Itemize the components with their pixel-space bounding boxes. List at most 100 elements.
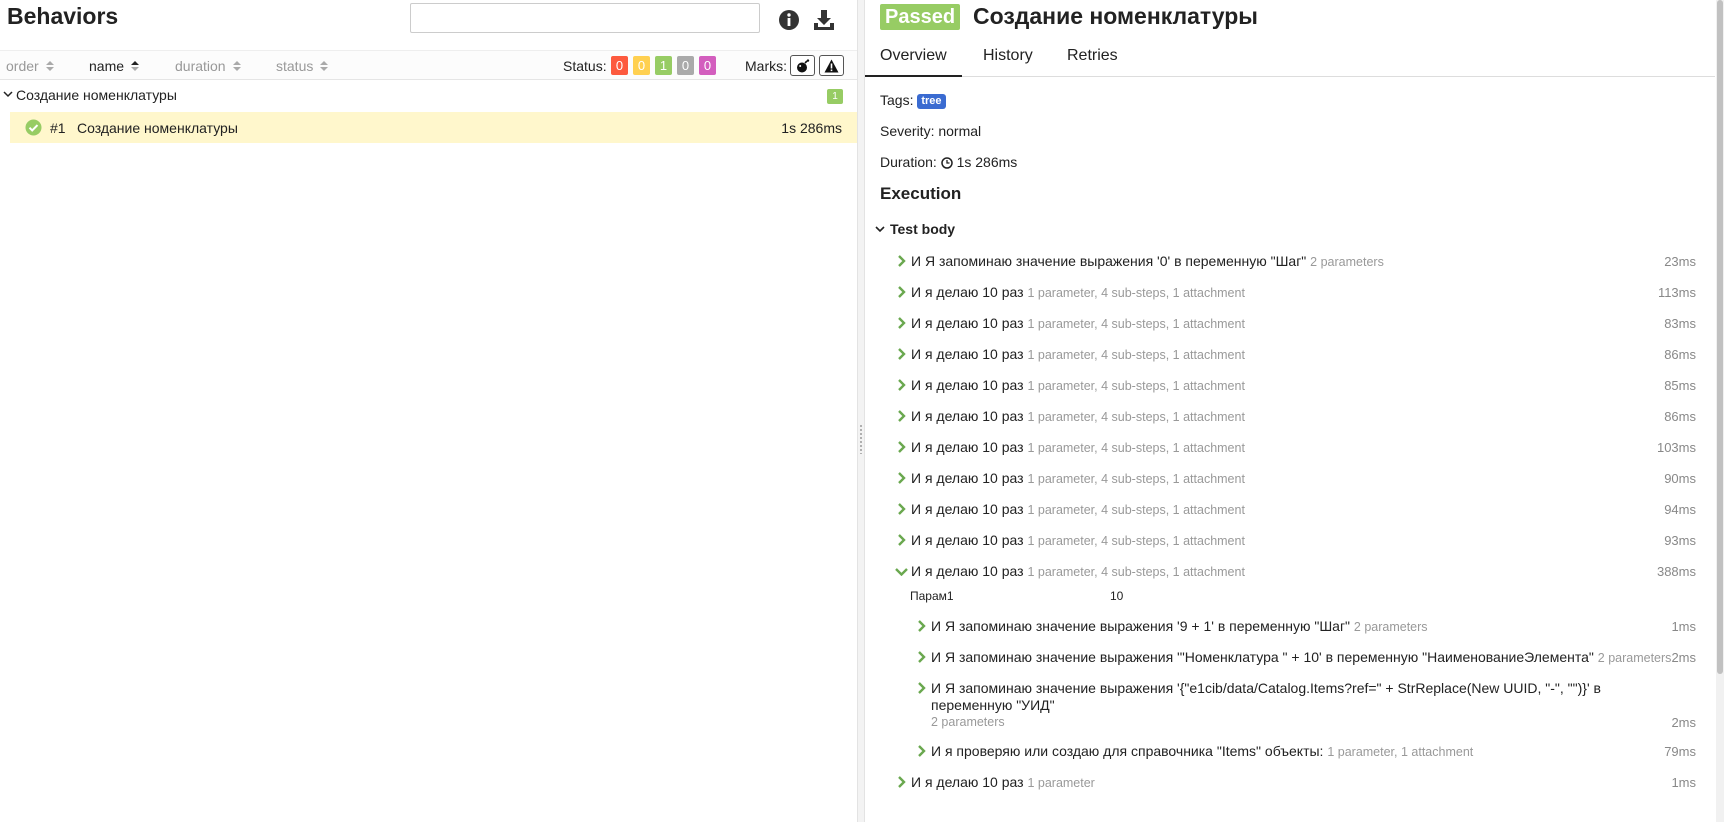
sort-status-label: status — [276, 58, 314, 74]
bomb-icon — [796, 58, 809, 72]
status-failed-chip[interactable]: 0 — [611, 56, 628, 75]
group-count-badge: 1 — [827, 89, 843, 104]
sort-status[interactable]: status — [276, 58, 329, 74]
chevron-right-icon — [918, 651, 926, 663]
step-meta: 1 parameter, 4 sub-steps, 1 attachment — [1027, 565, 1245, 579]
sub-step-row[interactable]: И Я запоминаю значение выражения '"Номен… — [865, 646, 1705, 672]
chevron-right-icon — [898, 503, 906, 515]
step-row[interactable]: И я делаю 10 раз 1 parameter, 4 sub-step… — [865, 467, 1705, 493]
step-meta: 1 parameter, 4 sub-steps, 1 attachment — [1027, 534, 1245, 548]
test-details-pane: Passed Создание номенклатуры Overview Hi… — [865, 0, 1715, 822]
step-row[interactable]: И я делаю 10 раз 1 parameter, 4 sub-step… — [865, 529, 1705, 555]
tag-badge[interactable]: tree — [917, 94, 946, 109]
chevron-right-icon — [898, 776, 906, 788]
sub-step-duration: 1ms — [1671, 619, 1696, 634]
status-filter-label: Status: — [563, 58, 607, 74]
step-duration: 83ms — [1664, 316, 1696, 331]
status-skipped-chip[interactable]: 0 — [677, 56, 694, 75]
sort-name[interactable]: name — [89, 58, 140, 74]
sub-step-text: И я проверяю или создаю для справочника … — [931, 743, 1324, 759]
step-row[interactable]: И я делаю 10 раз 1 parameter, 4 sub-step… — [865, 405, 1705, 431]
behaviors-pane: Behaviors order name duration status Sta… — [0, 0, 857, 822]
step-meta: 1 parameter, 4 sub-steps, 1 attachment — [1027, 348, 1245, 362]
download-icon — [814, 10, 834, 30]
info-button[interactable] — [776, 7, 802, 33]
clock-icon — [940, 157, 953, 169]
chevron-right-icon — [898, 441, 906, 453]
step-duration: 1ms — [1671, 775, 1696, 790]
sort-bar: order name duration status Status: 0 0 1… — [0, 50, 857, 80]
chevron-right-icon — [898, 317, 906, 329]
download-button[interactable] — [811, 7, 837, 33]
step-meta: 1 parameter, 4 sub-steps, 1 attachment — [1027, 379, 1245, 393]
step-row[interactable]: И я делаю 10 раз 1 parameter, 4 sub-step… — [865, 498, 1705, 524]
sort-arrows-icon — [45, 61, 54, 71]
step-row[interactable]: И я делаю 10 раз 1 parameter, 4 sub-step… — [865, 312, 1705, 338]
step-row[interactable]: И я делаю 10 раз 1 parameter, 4 sub-step… — [865, 436, 1705, 462]
status-unknown-chip[interactable]: 0 — [699, 56, 716, 75]
page-title: Behaviors — [7, 3, 119, 29]
step-duration: 93ms — [1664, 533, 1696, 548]
step-meta: 2 parameters — [1310, 255, 1384, 269]
tab-retries[interactable]: Retries — [1052, 44, 1133, 77]
step-meta: 1 parameter, 4 sub-steps, 1 attachment — [1027, 286, 1245, 300]
sub-step-text-line1: И Я запоминаю значение выражения '{"e1ci… — [931, 680, 1601, 696]
parameter-value: 10 — [1110, 589, 1124, 603]
tab-history[interactable]: History — [968, 44, 1048, 77]
severity-text: Severity: normal — [880, 123, 982, 139]
step-row[interactable]: И Я запоминаю значение выражения '0' в п… — [865, 250, 1705, 276]
chevron-right-icon — [918, 682, 926, 694]
test-body-label: Test body — [890, 221, 956, 237]
scrollbar[interactable] — [1716, 0, 1724, 822]
pane-splitter[interactable] — [857, 0, 865, 822]
duration-row: Duration: 1s 286ms — [880, 154, 1017, 170]
step-meta: 1 parameter, 4 sub-steps, 1 attachment — [1027, 472, 1245, 486]
search-input[interactable] — [410, 3, 760, 33]
sort-order[interactable]: order — [6, 58, 54, 74]
sort-order-label: order — [6, 58, 39, 74]
sub-step-row[interactable]: И Я запоминаю значение выражения '9 + 1'… — [865, 615, 1705, 641]
step-row-expanded[interactable]: И я делаю 10 раз 1 parameter, 4 sub-step… — [865, 560, 1705, 586]
sub-step-duration: 2ms — [1671, 650, 1696, 665]
sort-arrows-icon — [232, 61, 241, 71]
tags-label: Tags: — [880, 92, 914, 108]
sub-step-text: И Я запоминаю значение выражения '9 + 1'… — [931, 618, 1351, 634]
warning-icon — [824, 59, 839, 72]
step-row[interactable]: И я делаю 10 раз 1 parameter, 4 sub-step… — [865, 374, 1705, 400]
test-number: #1 — [50, 120, 66, 136]
drag-grip-icon — [859, 424, 863, 454]
flaky-mark-button[interactable] — [790, 55, 815, 76]
step-text: И я делаю 10 раз — [911, 408, 1024, 424]
step-text: И я делаю 10 раз — [911, 315, 1024, 331]
step-duration: 103ms — [1656, 440, 1696, 455]
tab-overview[interactable]: Overview — [865, 44, 962, 77]
chevron-right-icon — [918, 620, 926, 632]
step-duration: 85ms — [1664, 378, 1696, 393]
step-duration: 388ms — [1656, 564, 1696, 579]
test-row[interactable]: #1 Создание номенклатуры 1s 286ms — [10, 112, 857, 143]
test-title: Создание номенклатуры — [973, 3, 1258, 29]
sort-arrows-icon — [131, 61, 140, 71]
step-text: И я делаю 10 раз — [911, 501, 1024, 517]
step-meta: 1 parameter, 4 sub-steps, 1 attachment — [1027, 503, 1245, 517]
sub-step-row[interactable]: И Я запоминаю значение выражения '{"e1ci… — [865, 677, 1705, 733]
status-badge: Passed — [880, 4, 961, 30]
chevron-down-icon — [895, 568, 908, 576]
status-broken-chip[interactable]: 0 — [633, 56, 650, 75]
step-text: И я делаю 10 раз — [911, 774, 1024, 790]
step-row[interactable]: И я делаю 10 раз 1 parameter, 4 sub-step… — [865, 281, 1705, 307]
status-passed-chip[interactable]: 1 — [655, 56, 672, 75]
sub-step-text: И Я запоминаю значение выражения '"Номен… — [931, 649, 1594, 665]
step-row[interactable]: И я делаю 10 раз 1 parameter, 4 sub-step… — [865, 343, 1705, 369]
tags-row: Tags: tree — [880, 92, 946, 109]
new-failed-mark-button[interactable] — [819, 55, 844, 76]
sort-name-label: name — [89, 58, 125, 74]
step-row[interactable]: И я делаю 10 раз 1 parameter 1ms — [865, 771, 1705, 797]
chevron-right-icon — [898, 348, 906, 360]
tree-group-row[interactable]: Создание номенклатуры 1 — [0, 84, 857, 108]
sort-duration[interactable]: duration — [175, 58, 241, 74]
scrollbar-thumb[interactable] — [1717, 0, 1723, 674]
sub-step-row[interactable]: И я проверяю или создаю для справочника … — [865, 740, 1705, 766]
sub-step-meta: 2 parameters — [931, 715, 1005, 729]
step-text: И я делаю 10 раз — [911, 563, 1024, 579]
